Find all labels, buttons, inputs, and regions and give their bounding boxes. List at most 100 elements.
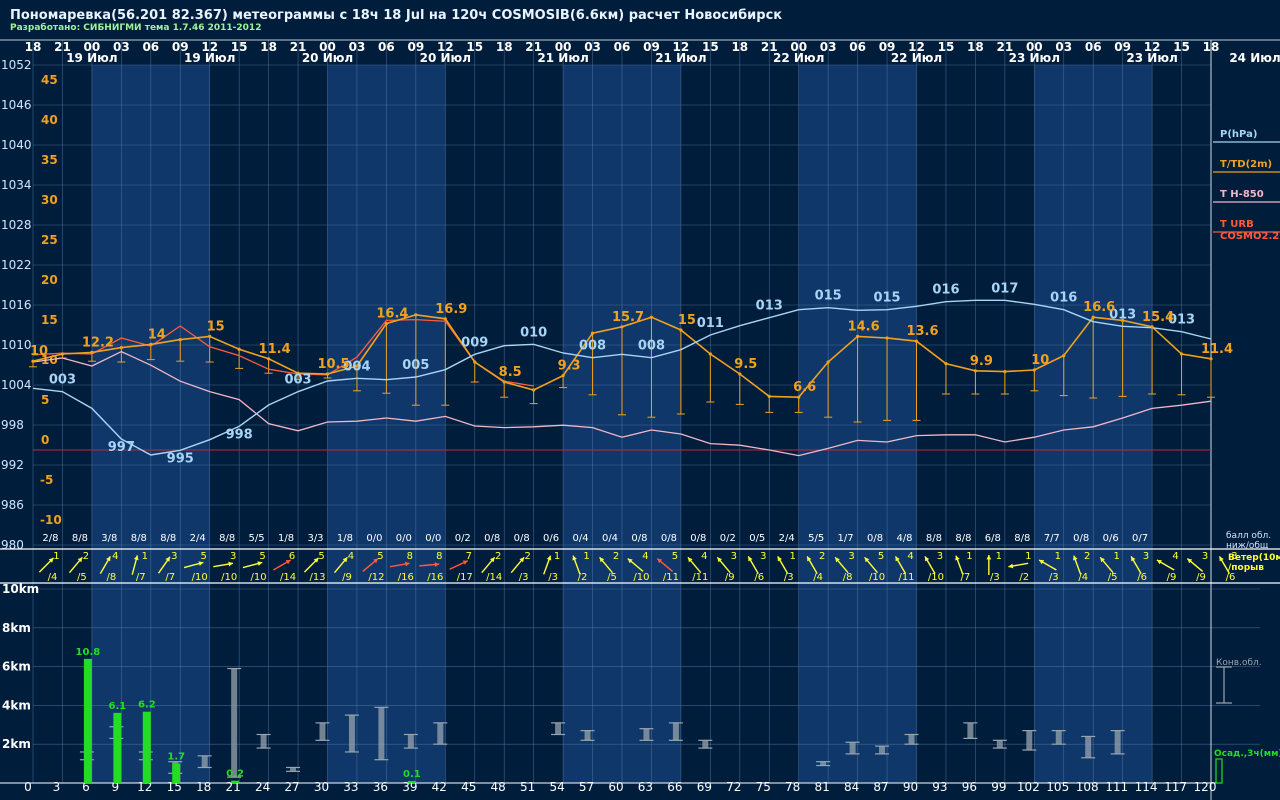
temperature-point [119, 346, 123, 350]
pressure-value-label: 997 [108, 440, 135, 455]
cloud-cover-label: 0/8 [631, 533, 647, 544]
temperature-point [1209, 357, 1213, 361]
temperature-point [90, 350, 94, 354]
conv-cloud-bar [967, 722, 974, 739]
wind-speed-label: 2 [1084, 551, 1090, 562]
pressure-value-label: 017 [991, 281, 1018, 296]
temperature-value-label: 9.5 [734, 357, 757, 372]
wind-arrow-head [986, 555, 992, 560]
hour-axis-label: 84 [844, 780, 859, 794]
temperature-tick-label: 25 [41, 233, 58, 247]
temperature-point [178, 338, 182, 342]
conv-cloud-bar [407, 734, 414, 749]
temperature-tick-label: 0 [41, 433, 49, 447]
hour-axis-label: 72 [726, 780, 741, 794]
precip-bar [113, 712, 122, 783]
wind-speed-label: 8 [407, 551, 413, 562]
pressure-value-label: 016 [932, 283, 959, 298]
wind-gust-label: /16 [398, 572, 414, 583]
cloud-cover-label: 5/5 [249, 533, 265, 544]
hour-axis-label: 45 [461, 780, 476, 794]
temperature-point [1091, 315, 1095, 319]
height-tick-label: 6km [2, 660, 31, 674]
wind-speed-label: 2 [613, 551, 619, 562]
wind-gust-label: /9 [1167, 572, 1177, 583]
cloud-cover-label: 0/8 [1073, 533, 1089, 544]
cloud-cover-label: 8/8 [131, 533, 147, 544]
wind-speed-label: 1 [1113, 551, 1119, 562]
temperature-tick-label: -5 [40, 473, 53, 487]
wind-gust-label: /10 [221, 572, 237, 583]
precip-value-label: 0.2 [226, 769, 244, 780]
day-label: 22 Июл [773, 51, 824, 65]
cloud-cover-label: 0/4 [602, 533, 618, 544]
wind-speed-label: 5 [878, 551, 884, 562]
day-label: 23 Июл [1126, 51, 1177, 65]
hour-axis-label: 69 [697, 780, 712, 794]
wind-gust-label: /9 [1196, 572, 1206, 583]
temperature-point [620, 325, 624, 329]
wind-gust-label: /7 [136, 572, 146, 583]
hour-axis-label: 114 [1135, 780, 1158, 794]
conv-cloud-bar [1026, 730, 1033, 751]
temperature-point [60, 352, 65, 356]
hour-axis-label: 87 [873, 780, 888, 794]
temperature-point [443, 317, 447, 321]
wind-gust-label: /13 [309, 572, 325, 583]
conv-cloud-bar [201, 755, 208, 768]
top-hour-label: 18 [967, 40, 984, 54]
pressure-tick-label: 1040 [1, 138, 32, 152]
legend-cosmo: COSMO2.2 [1220, 231, 1279, 242]
wind-gust-label: /2 [578, 572, 588, 583]
conv-cloud-bar [849, 742, 856, 754]
hour-axis-label: 54 [549, 780, 564, 794]
wind-speed-label: 3 [760, 551, 766, 562]
pressure-tick-label: 986 [1, 498, 24, 512]
hour-axis-label: 78 [785, 780, 800, 794]
cloud-cover-label: 8/8 [160, 533, 176, 544]
cloud-cover-label: 3/8 [101, 533, 117, 544]
cloud-cover-label: 0/8 [514, 533, 530, 544]
temperature-point [561, 374, 565, 378]
pressure-value-label: 010 [520, 325, 547, 340]
temperature-point [237, 347, 241, 351]
conv-cloud-bar [879, 746, 886, 754]
pressure-tick-label: 992 [1, 458, 24, 472]
hour-axis-label: 108 [1076, 780, 1099, 794]
cloud-cover-label: 5/5 [808, 533, 824, 544]
legend-temperature: T/TD(2m) [1220, 159, 1272, 170]
temperature-point [797, 395, 801, 399]
day-label: 19 Июл [184, 51, 235, 65]
top-hour-label: 06 [614, 40, 631, 54]
temperature-point [885, 336, 889, 340]
day-label: 20 Июл [302, 51, 353, 65]
temperature-point [1032, 368, 1036, 372]
temperature-point [325, 372, 330, 376]
wind-speed-label: 4 [112, 551, 118, 562]
pressure-tick-label: 1010 [1, 338, 32, 352]
temperature-point [502, 380, 506, 384]
wind-speed-label: 2 [83, 551, 89, 562]
cloud-cover-label: 1/8 [337, 533, 353, 544]
pressure-tick-label: 1034 [1, 178, 32, 192]
pressure-value-label: 008 [579, 339, 606, 354]
wind-speed-label: 4 [348, 551, 354, 562]
wind-gust-label: /8 [106, 572, 116, 583]
precip-bar [142, 711, 151, 783]
top-hour-label: 18 [496, 40, 513, 54]
cloud-cover-label: 8/8 [1014, 533, 1030, 544]
hour-axis-label: 105 [1046, 780, 1069, 794]
wind-gust-label: /3 [784, 572, 794, 583]
hour-axis-label: 30 [314, 780, 329, 794]
temperature-value-label: 14.6 [848, 319, 880, 334]
wind-speed-label: 2 [819, 551, 825, 562]
conv-cloud-bar [672, 722, 679, 741]
cloud-cover-label: 0/2 [720, 533, 736, 544]
wind-speed-label: 2 [495, 551, 501, 562]
cloud-cover-label: 3/3 [307, 533, 323, 544]
conv-cloud-bar [584, 730, 591, 741]
temperature-value-label: 15 [207, 319, 225, 334]
legend-cloud-2: ниж/общ [1226, 541, 1269, 551]
temperature-tick-label: 20 [41, 273, 58, 287]
pressure-tick-label: 998 [1, 418, 24, 432]
